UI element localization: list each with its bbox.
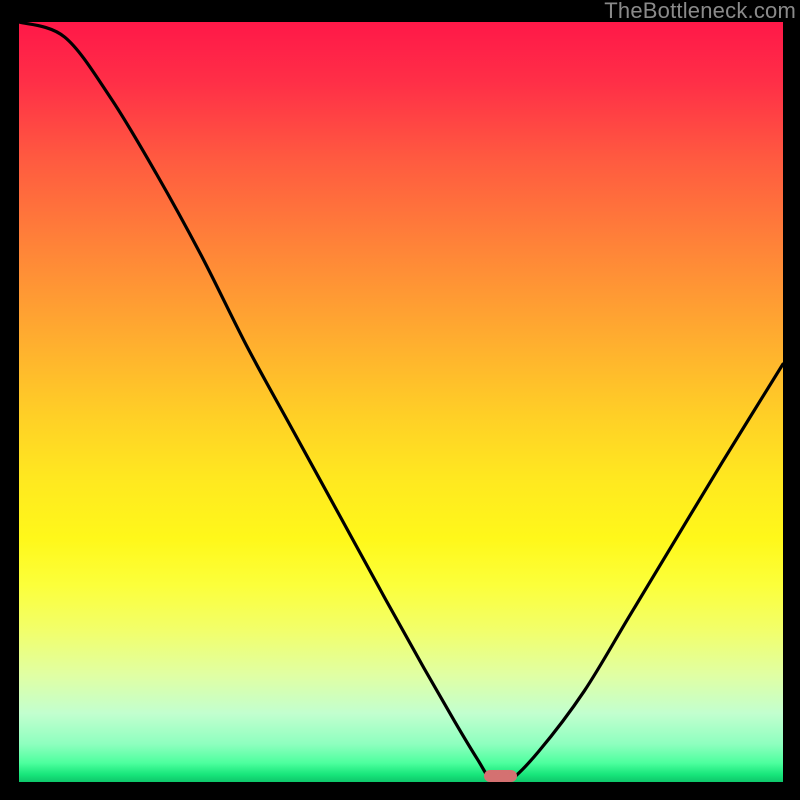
chart-frame: TheBottleneck.com	[0, 0, 800, 800]
plot-area	[19, 22, 783, 782]
optimal-marker	[484, 770, 517, 782]
watermark-text: TheBottleneck.com	[604, 0, 796, 24]
bottleneck-curve	[19, 22, 783, 782]
